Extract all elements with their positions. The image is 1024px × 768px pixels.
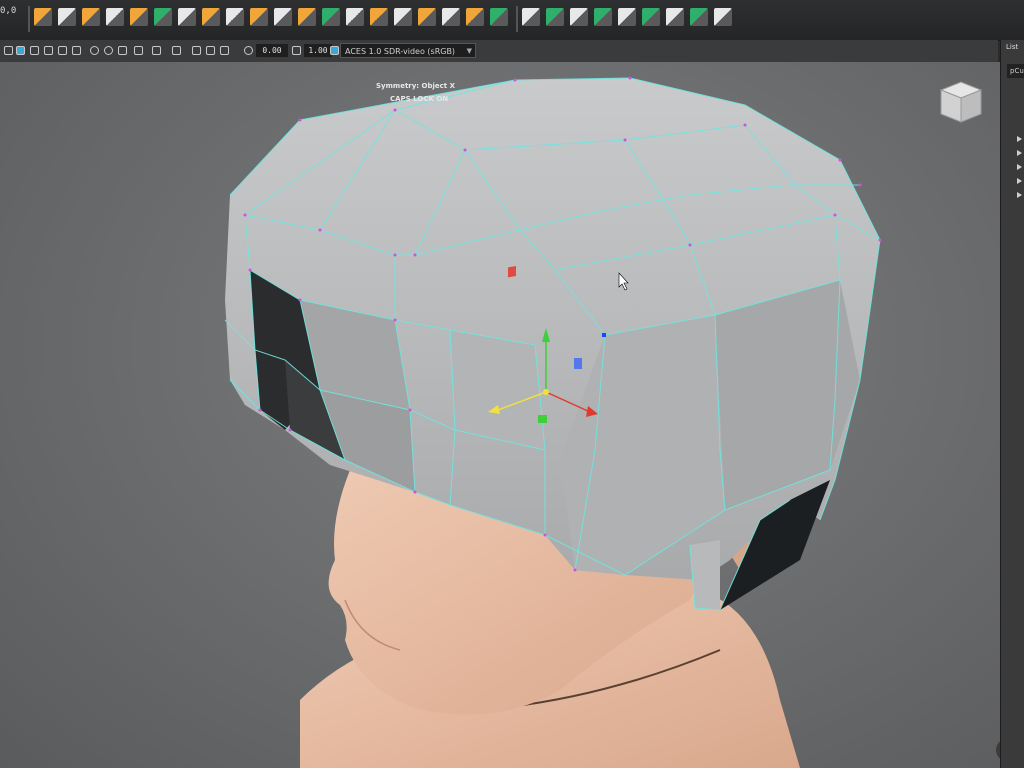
snap-curve-icon[interactable] xyxy=(202,8,220,26)
snap-point-icon[interactable] xyxy=(226,8,244,26)
expand-arrow-icon[interactable] xyxy=(1017,136,1022,142)
snap-grid-icon[interactable] xyxy=(178,8,196,26)
expand-arrow-icon[interactable] xyxy=(1017,178,1022,184)
caps-lock-status: CAPS LOCK ON xyxy=(390,95,449,103)
expand-arrow-icon[interactable] xyxy=(1017,150,1022,156)
isolate-select-icon[interactable] xyxy=(134,46,143,55)
resolution-gate-icon[interactable] xyxy=(206,46,215,55)
film-gate-icon[interactable] xyxy=(192,46,201,55)
view-cube-icon[interactable] xyxy=(936,78,986,128)
exposure-icon[interactable] xyxy=(244,46,253,55)
coordinate-readout: 0,0 xyxy=(0,6,17,16)
offset-loop-icon[interactable] xyxy=(666,8,684,26)
bridge-icon[interactable] xyxy=(322,8,340,26)
scale-icon[interactable] xyxy=(154,8,172,26)
gamma-field[interactable]: 1.00 xyxy=(304,44,332,57)
outliner-panel: List pCu xyxy=(1000,40,1024,768)
panel-toolbar: 0.00 1.00 ACES 1.0 SDR-video (sRGB) ▼ xyxy=(0,40,998,63)
boolean-icon[interactable] xyxy=(546,8,564,26)
expand-arrow-icon[interactable] xyxy=(1017,164,1022,170)
exposure-field[interactable]: 0.00 xyxy=(256,44,288,57)
xray-icon[interactable] xyxy=(152,46,161,55)
lights-icon[interactable] xyxy=(58,46,67,55)
textured-icon[interactable] xyxy=(44,46,53,55)
mirror-icon[interactable] xyxy=(466,8,484,26)
separate-icon[interactable] xyxy=(522,8,540,26)
symmetry-status: Symmetry: Object X xyxy=(376,82,455,90)
shelf-divider xyxy=(516,6,518,32)
camera-icon[interactable] xyxy=(4,46,13,55)
quad-draw-icon[interactable] xyxy=(690,8,708,26)
3d-viewport[interactable]: Symmetry: Object X CAPS LOCK ON ⤢ xyxy=(0,62,1000,768)
smooth-icon[interactable] xyxy=(442,8,460,26)
uv-icon[interactable] xyxy=(570,8,588,26)
edit-tool-icon[interactable] xyxy=(618,8,636,26)
ambient-occlusion-icon[interactable] xyxy=(90,46,99,55)
motion-blur-icon[interactable] xyxy=(104,46,113,55)
color-space-value: ACES 1.0 SDR-video (sRGB) xyxy=(345,47,456,56)
gamma-icon[interactable] xyxy=(292,46,301,55)
outliner-item[interactable]: pCu xyxy=(1007,64,1024,78)
paint-select-icon[interactable] xyxy=(82,8,100,26)
move-icon[interactable] xyxy=(106,8,124,26)
shadows-icon[interactable] xyxy=(72,46,81,55)
anti-alias-icon[interactable] xyxy=(118,46,127,55)
select-icon[interactable] xyxy=(34,8,52,26)
gate-mask-icon[interactable] xyxy=(220,46,229,55)
crease-icon[interactable] xyxy=(714,8,732,26)
color-space-dropdown[interactable]: ACES 1.0 SDR-video (sRGB) ▼ xyxy=(340,43,476,58)
append-icon[interactable] xyxy=(346,8,364,26)
insert-loop-icon[interactable] xyxy=(642,8,660,26)
merge-icon[interactable] xyxy=(418,8,436,26)
snap-view-icon[interactable] xyxy=(250,8,268,26)
wireframe-shaded-icon[interactable] xyxy=(16,46,25,55)
expand-arrow-icon[interactable] xyxy=(1017,192,1022,198)
multicut-icon[interactable] xyxy=(370,8,388,26)
chevron-down-icon: ▼ xyxy=(466,47,472,55)
helmet-mesh xyxy=(224,76,882,611)
target-weld-icon[interactable] xyxy=(394,8,412,26)
extrude-icon[interactable] xyxy=(298,8,316,26)
sculpt-icon[interactable] xyxy=(594,8,612,26)
bevel-icon[interactable] xyxy=(274,8,292,26)
list-menu[interactable]: List xyxy=(1006,43,1018,51)
grid-toggle-icon[interactable] xyxy=(172,46,181,55)
shelf-divider xyxy=(28,6,30,32)
scene-render xyxy=(224,76,882,768)
lasso-icon[interactable] xyxy=(58,8,76,26)
rotate-icon[interactable] xyxy=(130,8,148,26)
smooth-shade-icon[interactable] xyxy=(30,46,39,55)
color-management-icon[interactable] xyxy=(330,46,339,55)
combine-icon[interactable] xyxy=(490,8,508,26)
tool-shelf: 0,0 xyxy=(0,0,1024,41)
